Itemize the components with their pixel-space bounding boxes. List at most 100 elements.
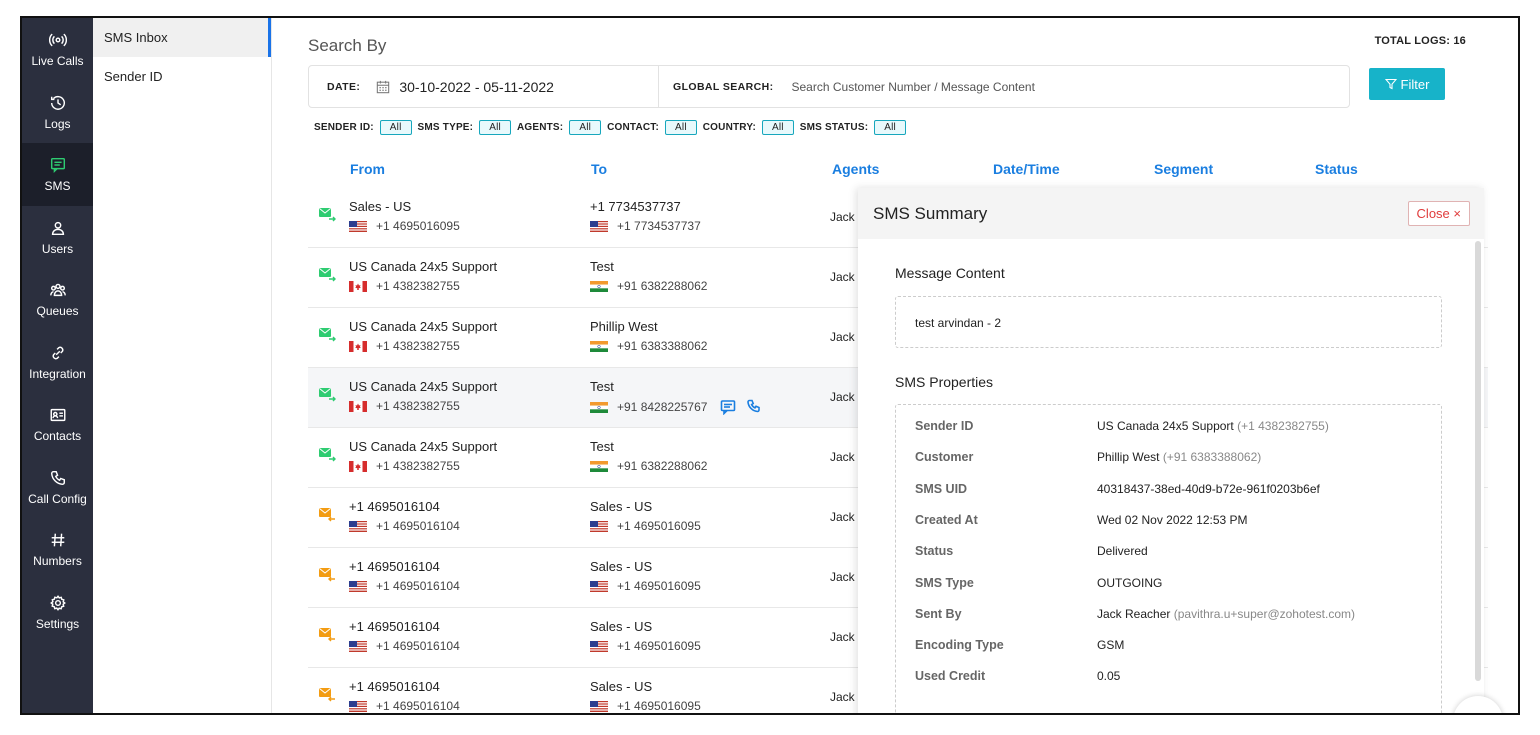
nav-item-integration[interactable]: Integration xyxy=(22,331,93,394)
property-row: Status Delivered xyxy=(915,544,1148,558)
property-key: Status xyxy=(915,544,954,559)
from-name: +1 4695016104 xyxy=(349,619,440,634)
from-number: +1 4695016104 xyxy=(349,639,460,653)
nav-item-numbers[interactable]: Numbers xyxy=(22,518,93,581)
nav-item-settings[interactable]: Settings xyxy=(22,581,93,644)
queues-icon xyxy=(48,280,68,300)
india-flag-icon xyxy=(590,340,608,352)
nav-item-call-config[interactable]: Call Config xyxy=(22,456,93,519)
from-name: Sales - US xyxy=(349,199,412,214)
filter-chip-sms-status[interactable]: All xyxy=(874,120,906,135)
to-number-text: +91 6382288062 xyxy=(617,279,708,293)
incoming-sms-icon xyxy=(319,688,335,702)
from-number-text: +1 4382382755 xyxy=(376,279,460,293)
sms-summary-title: SMS Summary xyxy=(873,203,988,223)
from-number: +1 4382382755 xyxy=(349,279,460,293)
phone-icon[interactable] xyxy=(746,399,762,415)
close-button[interactable]: Close × xyxy=(1407,201,1470,226)
global-search-input[interactable] xyxy=(791,79,1292,94)
us-flag-icon xyxy=(590,580,608,592)
property-value-text: Jack Reacher xyxy=(1097,606,1171,621)
to-number-text: +1 4695016095 xyxy=(617,579,701,593)
to-number: +1 4695016095 xyxy=(590,519,701,533)
sms-icon xyxy=(48,155,68,175)
from-number: +1 4382382755 xyxy=(349,459,460,473)
to-number: +91 6382288062 xyxy=(590,459,707,473)
nav-item-label: Contacts xyxy=(33,429,82,444)
filter-chip-agents[interactable]: All xyxy=(569,120,602,135)
subnav-item-sms-inbox[interactable]: SMS Inbox xyxy=(93,18,271,57)
filter-chip-contact[interactable]: All xyxy=(665,120,697,135)
property-value: GSM xyxy=(1097,638,1124,652)
sms-summary-header: SMS Summary Close × xyxy=(858,188,1484,239)
property-value-text: 0.05 xyxy=(1097,669,1121,684)
subnav-item-sender-id[interactable]: Sender ID xyxy=(93,57,271,96)
from-name: +1 4695016104 xyxy=(349,559,440,574)
filter-button-label: Filter xyxy=(1400,76,1430,92)
property-row: Created At Wed 02 Nov 2022 12:53 PM xyxy=(915,513,1248,527)
users-icon xyxy=(48,218,68,238)
us-flag-icon xyxy=(349,220,367,232)
from-name: US Canada 24x5 Support xyxy=(349,259,498,274)
us-flag-icon xyxy=(590,640,608,652)
nav-item-contacts[interactable]: Contacts xyxy=(22,393,93,456)
to-number: +1 4695016095 xyxy=(590,639,701,653)
filter-chip-sms-type[interactable]: All xyxy=(479,120,511,135)
filter-button[interactable]: Filter xyxy=(1369,68,1445,100)
nav-item-sms[interactable]: SMS xyxy=(22,143,93,206)
from-number-text: +1 4382382755 xyxy=(376,339,460,353)
from-number-text: +1 4382382755 xyxy=(376,399,460,413)
filter-chip-sender-id[interactable]: All xyxy=(379,120,412,135)
to-number-text: +1 7734537737 xyxy=(617,219,701,233)
from-name: US Canada 24x5 Support xyxy=(349,379,498,394)
property-key: Created At xyxy=(915,512,978,527)
search-bar: DATE: 30-10-2022 - 05-11-2022 GLOBAL SEA… xyxy=(308,65,1350,108)
nav-item-users[interactable]: Users xyxy=(22,206,93,269)
from-number: +1 4382382755 xyxy=(349,399,460,413)
us-flag-icon xyxy=(349,700,367,712)
property-value-text: OUTGOING xyxy=(1097,575,1163,590)
nav-item-logs[interactable]: Logs xyxy=(22,81,93,144)
column-header-agents[interactable]: Agents xyxy=(832,161,879,177)
main-nav: Live Calls Logs SMS Users Queues Integration C… xyxy=(22,18,93,713)
date-range-picker[interactable]: DATE: 30-10-2022 - 05-11-2022 xyxy=(309,66,659,107)
from-number: +1 4382382755 xyxy=(349,339,460,353)
date-label: DATE: xyxy=(327,80,361,93)
property-value: 0.05 xyxy=(1097,669,1120,683)
column-header-date-time[interactable]: Date/Time xyxy=(993,161,1060,177)
column-header-status[interactable]: Status xyxy=(1315,161,1358,177)
to-number-text: +1 4695016095 xyxy=(617,519,701,533)
nav-item-queues[interactable]: Queues xyxy=(22,268,93,331)
nav-item-live-calls[interactable]: Live Calls xyxy=(22,18,93,81)
property-value: Delivered xyxy=(1097,544,1148,558)
global-search: GLOBAL SEARCH: xyxy=(659,66,1349,107)
column-header-from[interactable]: From xyxy=(350,161,385,177)
column-header-to[interactable]: To xyxy=(591,161,607,177)
property-value: 40318437-38ed-40d9-b72e-961f0203b6ef xyxy=(1097,482,1320,496)
message-icon[interactable] xyxy=(720,399,736,415)
from-number-text: +1 4382382755 xyxy=(376,459,460,473)
property-value: US Canada 24x5 Support (+1 4382382755) xyxy=(1097,419,1329,433)
to-number-text: +1 4695016095 xyxy=(617,639,701,653)
column-header-segment[interactable]: Segment xyxy=(1154,161,1213,177)
to-name: Test xyxy=(590,439,614,454)
date-range-value: 30-10-2022 - 05-11-2022 xyxy=(399,78,554,95)
global-search-label: GLOBAL SEARCH: xyxy=(673,80,774,93)
logs-icon xyxy=(48,93,68,113)
to-number: +1 4695016095 xyxy=(590,579,701,593)
message-content-box: test arvindan - 2 xyxy=(895,296,1442,348)
filter-chip-country[interactable]: All xyxy=(762,120,794,135)
panel-scrollbar[interactable] xyxy=(1475,241,1481,681)
outgoing-sms-icon xyxy=(319,388,336,402)
sms-summary-panel: SMS Summary Close × Message Content test… xyxy=(858,188,1484,713)
property-key: Encoding Type xyxy=(915,638,1004,653)
filter-label: SMS STATUS: xyxy=(799,122,869,133)
search-title: Search By xyxy=(308,36,387,55)
outgoing-sms-icon xyxy=(319,268,336,282)
filter-label: SMS TYPE: xyxy=(417,122,474,133)
settings-icon xyxy=(48,593,68,613)
property-key: Used Credit xyxy=(915,669,986,684)
property-row: Customer Phillip West (+91 6383388062) xyxy=(915,450,1261,464)
to-number-text: +91 6382288062 xyxy=(617,459,708,473)
from-number: +1 4695016104 xyxy=(349,579,460,593)
